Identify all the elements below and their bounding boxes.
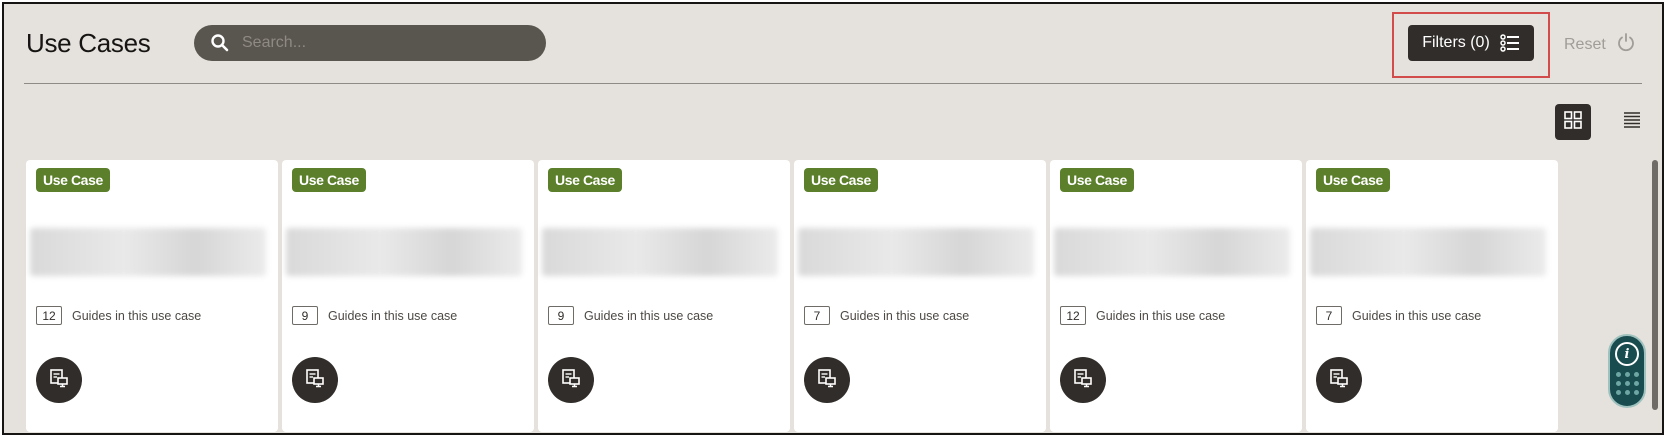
- blurred-card-title: [542, 228, 778, 276]
- guide-count: 12: [36, 306, 62, 325]
- presentation-icon: [1073, 368, 1093, 393]
- header-divider: [24, 83, 1642, 84]
- info-icon[interactable]: i: [1615, 342, 1639, 366]
- presentation-button[interactable]: [548, 357, 594, 403]
- blurred-card-title: [286, 228, 522, 276]
- reset-label: Reset: [1564, 35, 1606, 53]
- vertical-scrollbar[interactable]: [1652, 160, 1658, 410]
- guides-label: Guides in this use case: [840, 308, 970, 323]
- use-case-card[interactable]: Use Case 9 Guides in this use case: [538, 160, 790, 432]
- header: Use Cases Filters (0): [4, 4, 1662, 84]
- guide-count: 9: [548, 306, 574, 325]
- guide-count: 7: [804, 306, 830, 325]
- search-input[interactable]: [242, 34, 532, 52]
- page-title: Use Cases: [26, 28, 151, 58]
- guides-count-row: 12 Guides in this use case: [36, 306, 201, 325]
- use-case-card[interactable]: Use Case 7 Guides in this use case: [1306, 160, 1558, 432]
- presentation-icon: [1329, 368, 1349, 393]
- guides-count-row: 12 Guides in this use case: [1060, 306, 1225, 325]
- guides-count-row: 7 Guides in this use case: [1316, 306, 1481, 325]
- guides-label: Guides in this use case: [1096, 308, 1226, 323]
- presentation-button[interactable]: [36, 357, 82, 403]
- blurred-card-title: [30, 228, 266, 276]
- power-reset-icon: [1616, 32, 1636, 57]
- presentation-icon: [305, 368, 325, 393]
- presentation-button[interactable]: [292, 357, 338, 403]
- use-case-card[interactable]: Use Case 7 Guides in this use case: [794, 160, 1046, 432]
- grid-view-button[interactable]: [1555, 104, 1591, 140]
- filters-label: Filters (0): [1422, 34, 1490, 51]
- presentation-button[interactable]: [1316, 357, 1362, 403]
- grid-view-icon: [1564, 110, 1582, 134]
- app-frame: Use Cases Filters (0): [2, 2, 1664, 435]
- help-assistant-widget[interactable]: i: [1608, 334, 1646, 408]
- use-case-badge: Use Case: [1316, 168, 1390, 192]
- guides-label: Guides in this use case: [584, 308, 714, 323]
- presentation-button[interactable]: [804, 357, 850, 403]
- blurred-card-title: [1054, 228, 1290, 276]
- guides-count-row: 7 Guides in this use case: [804, 306, 969, 325]
- search-icon: [210, 33, 230, 53]
- use-case-badge: Use Case: [1060, 168, 1134, 192]
- use-case-badge: Use Case: [292, 168, 366, 192]
- guides-label: Guides in this use case: [328, 308, 458, 323]
- list-view-button[interactable]: [1614, 104, 1650, 140]
- guide-count: 12: [1060, 306, 1086, 325]
- list-view-icon: [1623, 111, 1641, 134]
- keypad-dots-icon[interactable]: [1615, 372, 1639, 395]
- use-case-card[interactable]: Use Case 9 Guides in this use case: [282, 160, 534, 432]
- presentation-icon: [561, 368, 581, 393]
- presentation-button[interactable]: [1060, 357, 1106, 403]
- blurred-card-title: [798, 228, 1034, 276]
- use-case-badge: Use Case: [548, 168, 622, 192]
- guide-count: 7: [1316, 306, 1342, 325]
- guide-count: 9: [292, 306, 318, 325]
- blurred-card-title: [1310, 228, 1546, 276]
- use-case-card[interactable]: Use Case 12 Guides in this use case: [26, 160, 278, 432]
- use-case-card[interactable]: Use Case 12 Guides in this use case: [1050, 160, 1302, 432]
- use-case-badge: Use Case: [804, 168, 878, 192]
- reset-button[interactable]: Reset: [1564, 32, 1636, 57]
- search-bar[interactable]: [194, 25, 546, 61]
- use-case-badge: Use Case: [36, 168, 110, 192]
- filter-list-icon: [1500, 33, 1520, 53]
- presentation-icon: [49, 368, 69, 393]
- guides-count-row: 9 Guides in this use case: [292, 306, 457, 325]
- guides-label: Guides in this use case: [72, 308, 202, 323]
- guides-count-row: 9 Guides in this use case: [548, 306, 713, 325]
- filters-button[interactable]: Filters (0): [1408, 25, 1534, 61]
- presentation-icon: [817, 368, 837, 393]
- guides-label: Guides in this use case: [1352, 308, 1482, 323]
